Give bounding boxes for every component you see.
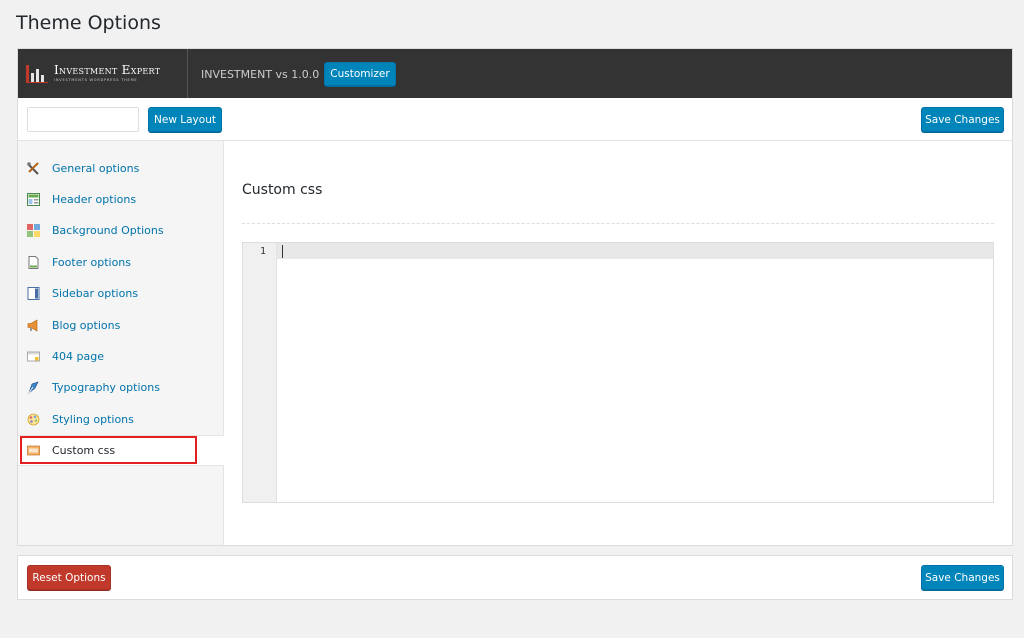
theme-logo: Investment Expert INVESTMENTS WORDPRESS … — [18, 49, 188, 98]
customizer-button[interactable]: Customizer — [324, 62, 396, 86]
options-footer: Reset Options Save Changes — [17, 555, 1013, 600]
sidebar-item-background[interactable]: Background Options — [18, 215, 224, 246]
options-content: Custom css 1 — [224, 141, 1012, 545]
color-squares-icon — [27, 224, 40, 237]
theme-version: INVESTMENT vs 1.0.0 — [201, 68, 320, 81]
options-sidebar: General options Header options Backgroun… — [18, 141, 224, 545]
layout-name-input[interactable] — [27, 107, 139, 132]
document-icon — [27, 256, 40, 269]
sidebar-item-label: Styling options — [52, 413, 134, 426]
sidebar-item-label: Footer options — [52, 256, 132, 269]
sidebar-item-label: 404 page — [52, 350, 104, 363]
css-file-icon — [27, 444, 40, 457]
line-number: 1 — [259, 246, 266, 257]
pen-nib-icon — [27, 381, 40, 394]
reset-options-button[interactable]: Reset Options — [27, 565, 111, 590]
sidebar-layout-icon — [27, 287, 40, 300]
sidebar-item-header[interactable]: Header options — [18, 184, 224, 215]
sidebar-item-label: Blog options — [52, 319, 121, 332]
sidebar-item-label: Typography options — [52, 381, 160, 394]
sidebar-item-custom-css[interactable]: Custom css — [18, 435, 224, 466]
sidebar-item-general[interactable]: General options — [18, 153, 224, 184]
sidebar-item-blog[interactable]: Blog options — [18, 310, 224, 341]
save-changes-bottom-button[interactable]: Save Changes — [921, 565, 1004, 590]
editor-active-line — [277, 243, 993, 259]
editor-cursor — [282, 245, 283, 258]
logo-title: Investment Expert — [54, 63, 161, 78]
section-title: Custom css — [242, 182, 323, 198]
save-changes-button[interactable]: Save Changes — [921, 107, 1004, 132]
sidebar-item-typography[interactable]: Typography options — [18, 372, 224, 403]
palette-icon — [27, 413, 40, 426]
sidebar-item-footer[interactable]: Footer options — [18, 247, 224, 278]
sidebar-item-label: Background Options — [52, 224, 164, 237]
bar-chart-logo-icon — [26, 64, 48, 83]
sidebar-item-404[interactable]: 404 page — [18, 341, 224, 372]
sidebar-item-label: Header options — [52, 193, 137, 206]
section-divider — [242, 223, 994, 224]
page-warning-icon — [27, 350, 40, 363]
logo-subtitle: INVESTMENTS WORDPRESS THEME — [54, 78, 138, 83]
megaphone-icon — [27, 319, 40, 332]
sidebar-item-label: Sidebar options — [52, 287, 139, 300]
sidebar-item-label: General options — [52, 162, 140, 175]
layout-toolbar: New Layout Save Changes — [18, 98, 1012, 141]
css-code-editor[interactable]: 1 — [242, 242, 994, 503]
options-header: Investment Expert INVESTMENTS WORDPRESS … — [18, 49, 1012, 98]
sidebar-item-styling[interactable]: Styling options — [18, 404, 224, 435]
header-layout-icon — [27, 193, 40, 206]
sidebar-item-label: Custom css — [52, 444, 116, 457]
sidebar-item-sidebar[interactable]: Sidebar options — [18, 278, 224, 309]
page-title: Theme Options — [16, 12, 161, 34]
new-layout-button[interactable]: New Layout — [148, 107, 222, 132]
tools-icon — [27, 162, 40, 175]
options-panel: Investment Expert INVESTMENTS WORDPRESS … — [17, 48, 1013, 546]
editor-gutter: 1 — [243, 243, 277, 502]
